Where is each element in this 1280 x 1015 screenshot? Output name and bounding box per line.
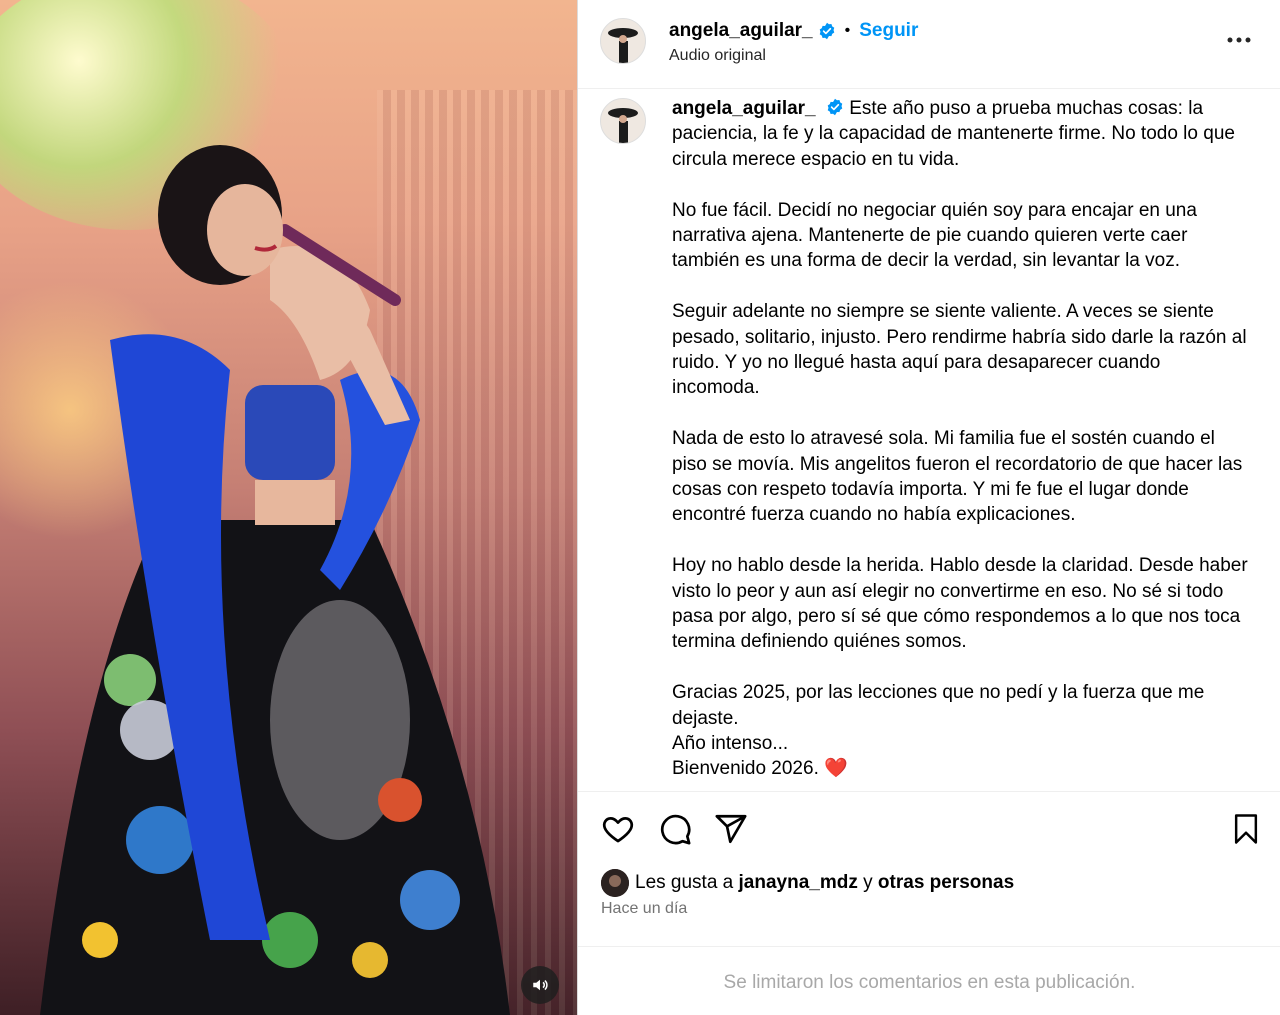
- likes-middle: y: [857, 872, 878, 893]
- mute-toggle-button[interactable]: [521, 966, 559, 1004]
- post-actions-bar: [578, 792, 1280, 862]
- caption-closing-line-1: Gracias 2025, por las lecciones que no p…: [672, 682, 1205, 729]
- likes-summary[interactable]: Les gusta a janayna_mdz y otras personas: [601, 866, 1014, 900]
- caption-text: angela_aguilar_ Este año puso a prueba m…: [672, 96, 1252, 782]
- like-button[interactable]: [599, 810, 637, 848]
- more-options-button[interactable]: [1225, 26, 1253, 54]
- post-timestamp[interactable]: Hace un día: [601, 900, 687, 918]
- comments-limited-notice: Se limitaron los comentarios en esta pub…: [723, 972, 1136, 993]
- caption-closing-line-3: Bienvenido 2026.: [672, 758, 825, 780]
- separator-dot: •: [844, 22, 851, 39]
- post-photo[interactable]: [0, 0, 577, 1015]
- divider: [578, 946, 1280, 947]
- author-username[interactable]: angela_aguilar_: [669, 20, 813, 42]
- share-icon: [715, 814, 747, 844]
- caption-author-avatar[interactable]: [600, 98, 646, 144]
- liker-avatar: [601, 869, 629, 897]
- caption-paragraph-5: Hoy no hablo desde la herida. Hablo desd…: [672, 555, 1248, 653]
- likes-prefix: Les gusta a: [635, 872, 739, 893]
- share-button[interactable]: [712, 810, 750, 848]
- heart-icon: [602, 817, 634, 843]
- singer-illustration: [40, 145, 510, 1015]
- comment-button[interactable]: [656, 810, 694, 848]
- caption-paragraph-2: No fue fácil. Decidí no negociar quién s…: [672, 199, 1197, 272]
- instagram-post-view: angela_aguilar_ • Seguir Audio original: [0, 0, 1280, 1015]
- post-details-panel: angela_aguilar_ • Seguir Audio original: [577, 0, 1280, 1015]
- caption-closing-line-2: Año intenso...: [672, 733, 789, 755]
- comment-icon: [660, 814, 691, 845]
- avatar-image: [601, 19, 645, 63]
- caption-closing: Gracias 2025, por las lecciones que no p…: [672, 680, 1252, 782]
- follow-button[interactable]: Seguir: [859, 20, 918, 42]
- avatar-image: [601, 99, 645, 143]
- verified-badge-icon: [827, 98, 843, 116]
- post-caption: angela_aguilar_ Este año puso a prueba m…: [578, 88, 1280, 792]
- caption-paragraph: angela_aguilar_ Este año puso a prueba m…: [672, 96, 1252, 172]
- save-button[interactable]: [1227, 810, 1265, 848]
- caption-paragraph-4: Nada de esto lo atravesé sola. Mi famili…: [672, 428, 1243, 526]
- liker-username[interactable]: janayna_mdz: [739, 872, 858, 894]
- author-avatar[interactable]: [600, 18, 646, 64]
- speaker-icon: [533, 979, 548, 991]
- more-options-icon: [1227, 37, 1251, 43]
- post-header: angela_aguilar_ • Seguir Audio original: [578, 0, 1280, 89]
- caption-paragraph-3: Seguir adelante no siempre se siente val…: [672, 301, 1247, 399]
- author-line: angela_aguilar_ • Seguir: [669, 18, 918, 44]
- caption-username[interactable]: angela_aguilar_: [672, 98, 816, 119]
- audio-link[interactable]: Audio original: [669, 47, 766, 65]
- red-heart-emoji: ❤️: [824, 758, 848, 780]
- bookmark-icon: [1234, 814, 1258, 844]
- likes-others-link[interactable]: otras personas: [878, 872, 1014, 894]
- verified-badge-icon: [819, 22, 834, 40]
